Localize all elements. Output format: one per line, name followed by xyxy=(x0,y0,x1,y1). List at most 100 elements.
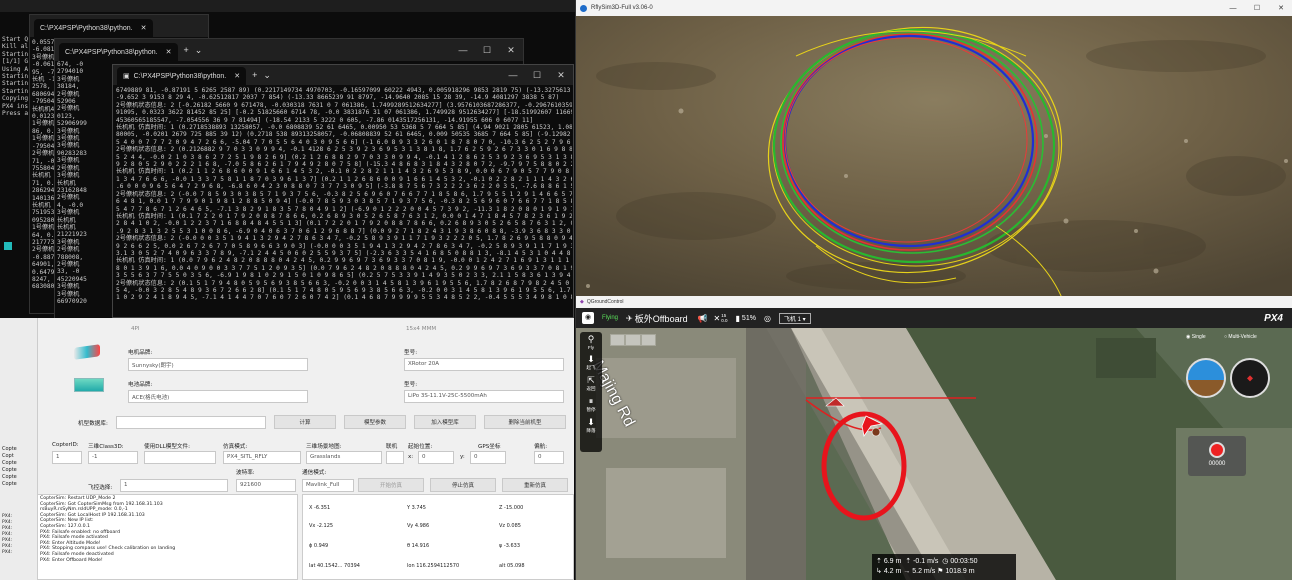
terminal-output: 6749889 81, -0.87191 5 6265 2587 89) (0.… xyxy=(116,87,572,317)
baud-select[interactable]: 921600 xyxy=(236,479,296,492)
maximize-button[interactable]: ☐ xyxy=(525,70,549,81)
terminal-line: 2号僚机状态信息: 2 (0.2126882 9 7 0 3 3 0 9 9 4… xyxy=(116,146,572,154)
terminal-line: 1 3 4 7 6 6 6, -0.0 1 3 3 7 5 8 1 1 8 7 … xyxy=(116,175,572,183)
multi-vehicle-radio[interactable]: ○ Multi-Vehicle xyxy=(1224,334,1257,340)
terminal-tab[interactable]: C:\PX4PSP\Python38\python. ✕ xyxy=(34,19,153,37)
comm-mode-label: 通信模式: xyxy=(302,470,327,476)
terminal-line: -9.652 3 9153 8 29 4, -0.62512817 2037 7… xyxy=(116,94,560,102)
terminal-line: 2号僚机状态信息: 2 (-0.0 0 0 3 5 1 9 4 1 3 2 9 … xyxy=(116,235,572,243)
vehicle-select[interactable]: 飞机 1 ▾ xyxy=(778,312,811,324)
vspeed-icon: ⇡ xyxy=(905,558,912,565)
qgc-toolbar: ◉ Flying ✈ 板外Offboard 📢 ✕ 15 0.0 ▮ 51% ◎… xyxy=(576,308,1292,328)
scene-label: 三维场景地图: xyxy=(306,444,342,450)
state-lat: lat 40.1542... 70394 xyxy=(309,563,360,569)
row-text: 4PI xyxy=(131,326,140,332)
coptersim-window: 4PI 15x4 MMM 电机品牌: Sunnysky(朗宇) 型号: XRot… xyxy=(36,318,574,580)
terminal-line: Press a xyxy=(2,110,29,118)
scene-select[interactable]: Grasslands xyxy=(306,451,382,464)
single-radio[interactable]: ◉ Single xyxy=(1186,334,1206,340)
terminal-line: 2号僚机 xyxy=(57,246,80,254)
terminal-line: 3号僚机 xyxy=(57,290,80,298)
copter-id-label: CopterID: xyxy=(52,442,79,448)
motor-brand-label: 电机品牌: xyxy=(128,350,153,356)
hspeed-icon: → xyxy=(903,568,911,575)
flying-status[interactable]: Flying xyxy=(602,315,618,321)
calc-button[interactable]: 计算 xyxy=(274,415,336,429)
x-input[interactable]: 0 xyxy=(418,451,454,464)
terminal-line: Using A xyxy=(2,65,29,73)
terminal-line: 3号僚机 xyxy=(57,127,80,135)
model-db-select[interactable] xyxy=(116,416,266,429)
takeoff-button[interactable]: ⬇ 起飞 xyxy=(580,354,602,371)
motor-model-select[interactable]: XRotor 20A xyxy=(404,358,564,371)
sim-mode-select[interactable]: PX4_SITL_RFLY xyxy=(223,451,301,464)
land-button[interactable]: ⬇ 降落 xyxy=(580,417,602,434)
terminal-line: 长机机 仿真时间: 1 (0.2718538893 13258057, -0.0… xyxy=(116,124,572,132)
terminal-line: 674, -0 xyxy=(57,61,84,68)
minimize-button[interactable]: — xyxy=(501,70,525,80)
swarm-select[interactable] xyxy=(386,451,404,464)
terminal-window-front: ▣ C:\PX4PSP\Python38\python. ✕ + ⌄ — ☐ ✕ 6749… xyxy=(112,64,574,318)
terrain-scene xyxy=(576,16,1292,296)
close-button[interactable]: ✕ xyxy=(1269,4,1292,12)
terminal-line: 6 4 8 1, 0.0 1 7 7 9 9 0 1 9 8 1 2 8 8 5… xyxy=(116,198,572,206)
satellite-icon[interactable]: ✕ xyxy=(714,314,721,323)
qgc-side-toolbar: ⚲ Fly ⬇ 起飞 ⇱ 返回 ⏸ 暂停 ⬇ 降落 xyxy=(580,332,602,452)
y-input[interactable]: 0 xyxy=(470,451,506,464)
dll-model-select[interactable] xyxy=(144,451,216,464)
comm-mode-select[interactable]: Mavlink_Full xyxy=(302,479,354,492)
qgc-home-button[interactable]: ◉ xyxy=(582,312,594,324)
battery-image xyxy=(74,378,104,392)
rflysim-titlebar: RflySim3D-Full v3.06-0 — ☐ ✕ xyxy=(576,0,1292,16)
add-model-button[interactable]: 加入模型库 xyxy=(414,415,476,429)
state-vx: Vx -2.125 xyxy=(309,523,334,529)
maximize-button[interactable]: ☐ xyxy=(1245,4,1269,12)
terminal-line: 3号僚机 xyxy=(57,75,80,83)
terminal-line: 2号僚机状态信息: 2 [-0.26182 5660 9 671478, -0.… xyxy=(116,101,572,109)
start-sim-button[interactable]: 开始仿真 xyxy=(358,478,424,492)
rtl-button[interactable]: ⇱ 返回 xyxy=(580,375,602,392)
delete-model-button[interactable]: 删除当前机型 xyxy=(484,415,566,429)
alt-rel-icon: ↳ xyxy=(876,568,882,575)
map-zoom-controls[interactable] xyxy=(610,334,656,346)
terminal-line: .9 2 8 3 1 3 2 5 5 3 1 0 0 8 6, -6.9 0 4… xyxy=(116,227,571,235)
y-label: y: xyxy=(460,454,465,460)
stop-sim-button[interactable]: 停止仿真 xyxy=(430,478,496,492)
gps-coord-radio[interactable]: GPS坐标 xyxy=(478,442,500,450)
motor-brand-select[interactable]: Sunnysky(朗宇) xyxy=(128,358,308,371)
battery-brand-label: 电池品牌: xyxy=(128,382,153,388)
terminal-line: 2号僚机 xyxy=(57,164,80,172)
terminal-tab-active[interactable]: ▣ C:\PX4PSP\Python38\python. ✕ xyxy=(117,67,247,85)
terminal-line: 6749889 81, -0.87191 5 6265 2587 89) (0.… xyxy=(116,87,572,94)
megaphone-icon[interactable]: 📢 xyxy=(698,314,708,323)
attitude-indicator xyxy=(1186,358,1226,398)
close-button[interactable]: ✕ xyxy=(549,70,573,81)
battery-brand-select[interactable]: ACE(格氏电池) xyxy=(128,390,308,403)
flight-mode-select[interactable]: 板外Offboard xyxy=(635,312,688,325)
gps-target-icon[interactable]: ◎ xyxy=(764,314,771,323)
terminal-line: 38184, xyxy=(57,83,80,91)
minimize-button[interactable]: — xyxy=(1221,5,1245,12)
terminal-tab[interactable]: C:\PX4PSP\Python38\python. ✕ xyxy=(59,43,178,61)
class3d-input[interactable]: -1 xyxy=(88,451,138,464)
fly-plan-button[interactable]: ⚲ Fly xyxy=(580,332,602,350)
satellite-map[interactable] xyxy=(576,328,1292,580)
terminal-line: 3号僚机 xyxy=(57,283,80,291)
terminal-line: .6 0 0 0 9 6 5 6 4 7 2 9 6 8, -6.8 6 0 4… xyxy=(116,183,572,191)
terminal-line: 52906999 xyxy=(57,120,87,128)
terminal-line: 5 4 7 7 8 6 7 1 2 6 4 6 5, -7.1 3 8 2 9 … xyxy=(116,205,572,213)
copter-id-input[interactable]: 1 xyxy=(52,451,82,464)
model-params-button[interactable]: 模型参数 xyxy=(344,415,406,429)
pause-button[interactable]: ⏸ 暂停 xyxy=(580,396,602,413)
chevron-down-icon[interactable]: ⌄ xyxy=(263,70,271,81)
reset-sim-button[interactable]: 重新仿真 xyxy=(502,478,568,492)
radio-checked-icon: ◉ xyxy=(1186,334,1191,340)
side-tab-label: Copte xyxy=(2,474,17,480)
record-button[interactable] xyxy=(1209,442,1225,458)
yaw-input[interactable]: 0 xyxy=(534,451,564,464)
battery-model-select[interactable]: LiPo 3S-11.1V-25C-5500mAh xyxy=(404,390,564,403)
state-phi: ϕ 0.949 xyxy=(309,543,329,549)
flight-control-select[interactable]: 1 xyxy=(120,479,228,492)
new-tab-icon[interactable]: + xyxy=(252,70,257,80)
battery-icon[interactable]: ▮ xyxy=(736,314,740,323)
